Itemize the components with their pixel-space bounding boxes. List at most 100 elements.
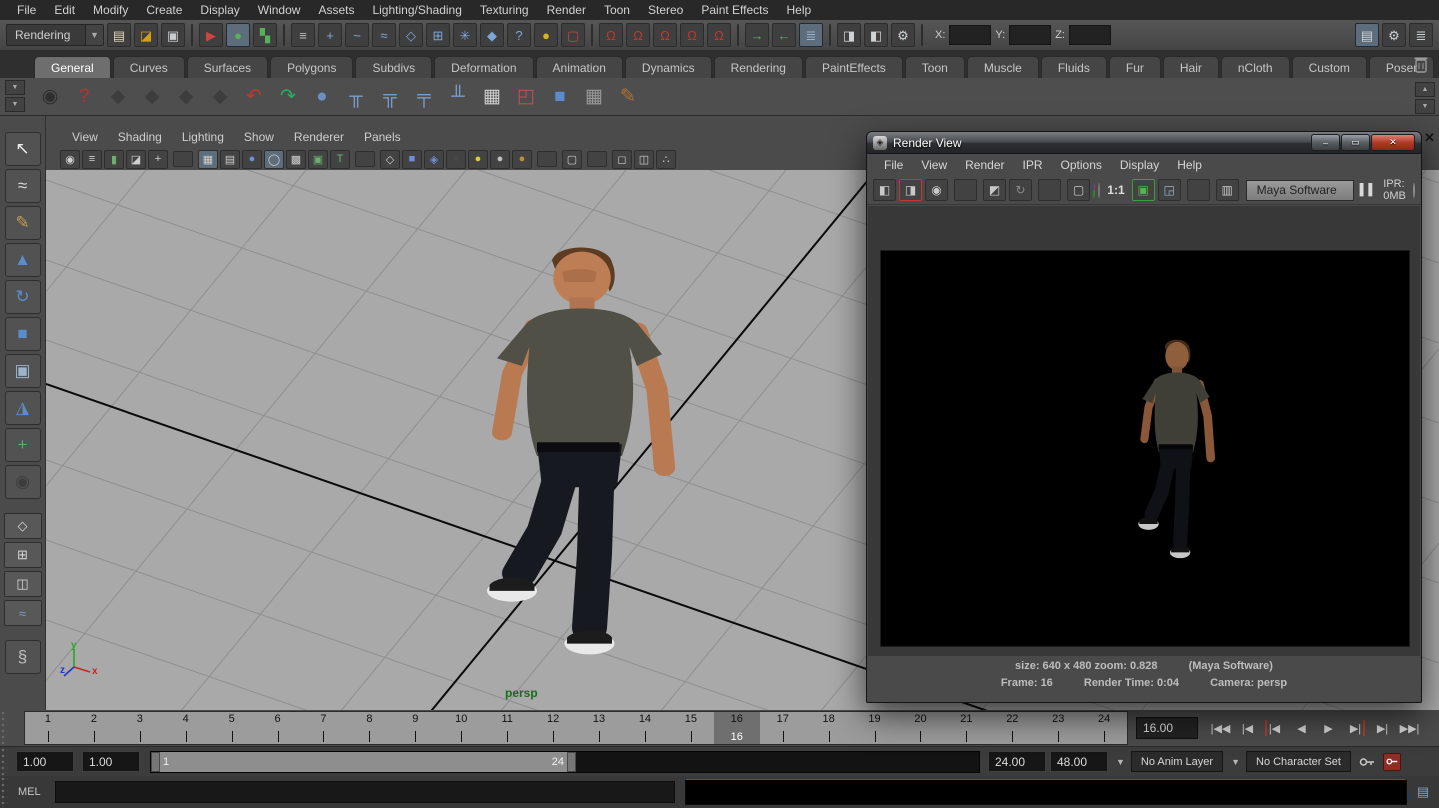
drag-handle[interactable]: [0, 747, 8, 776]
shelf-tab[interactable]: Fur: [1109, 56, 1161, 78]
window-title-bar[interactable]: ◈ Render View –▭✕: [867, 132, 1421, 154]
maximize-button[interactable]: ▭: [1341, 134, 1370, 151]
character-set-selector[interactable]: No Character Set: [1246, 751, 1351, 772]
plugin-shapes-icon[interactable]: ∴: [656, 150, 676, 169]
pan-camera-icon[interactable]: ◆: [136, 81, 168, 113]
render-canvas[interactable]: [868, 206, 1420, 656]
layout-outliner-pane[interactable]: ◫: [4, 571, 42, 597]
shelf-options-icon[interactable]: ▼: [5, 97, 25, 112]
help-line-icon[interactable]: ?: [507, 23, 531, 47]
menu-set-selector[interactable]: Rendering ▼: [6, 24, 104, 46]
render-view-menu-item[interactable]: IPR: [1014, 158, 1052, 172]
layout-single-pane[interactable]: ◇: [4, 513, 42, 539]
film-gate-icon[interactable]: ▤: [220, 150, 240, 169]
shading-network-icon[interactable]: ╦: [374, 81, 406, 113]
timeline-frame[interactable]: 2: [71, 712, 117, 744]
menu-item[interactable]: Help: [778, 0, 821, 20]
select-camera-icon[interactable]: ◉: [60, 150, 80, 169]
menu-item[interactable]: Edit: [45, 0, 84, 20]
safe-title-icon[interactable]: T: [330, 150, 350, 169]
menu-item[interactable]: Display: [191, 0, 248, 20]
roll-camera-icon[interactable]: ◆: [204, 81, 236, 113]
frame-strip[interactable]: 1 2 3 4 5 6: [24, 711, 1128, 745]
timeline-frame[interactable]: 7: [301, 712, 347, 744]
scroll-up-icon[interactable]: ▲: [1415, 82, 1435, 97]
play-backwards-button[interactable]: ◀: [1289, 716, 1314, 740]
timeline-frame[interactable]: 21: [943, 712, 989, 744]
toolbar-icon[interactable]: [591, 24, 593, 46]
default-lighting-icon[interactable]: ●: [468, 150, 488, 169]
snap-curve-icon[interactable]: ~: [345, 23, 369, 47]
tool-settings-toggle[interactable]: ⚙: [1382, 23, 1406, 47]
delete-shelf-item-icon[interactable]: [1413, 55, 1431, 75]
go-to-end-button[interactable]: ▶▶|: [1397, 716, 1422, 740]
panel-menu-item[interactable]: Lighting: [172, 130, 234, 144]
step-back-key-button[interactable]: |◀: [1262, 716, 1287, 740]
delete-unused-nodes-icon[interactable]: ●: [306, 81, 338, 113]
shaded-cube-icon[interactable]: ■: [544, 81, 576, 113]
cube-map-icon[interactable]: ▦: [578, 81, 610, 113]
shelf-tab[interactable]: Custom: [1292, 56, 1367, 78]
snap-center-icon[interactable]: ◆: [480, 23, 504, 47]
menu-item[interactable]: Stereo: [639, 0, 692, 20]
alpha-channel-icon[interactable]: [1098, 183, 1100, 198]
render-view-menu-item[interactable]: Render: [956, 158, 1013, 172]
shelf-tab[interactable]: Dynamics: [625, 56, 712, 78]
texture-node-icon[interactable]: ╤: [408, 81, 440, 113]
snap-curve-magnet-icon[interactable]: Ω: [626, 23, 650, 47]
panel-icon[interactable]: [355, 151, 375, 167]
menu-item[interactable]: Lighting/Shading: [363, 0, 470, 20]
x-input[interactable]: [949, 25, 991, 45]
panel-menu-item[interactable]: Show: [234, 130, 284, 144]
select-object-icon[interactable]: ●: [226, 23, 250, 47]
render-current-frame-icon[interactable]: ◨: [837, 23, 861, 47]
range-end-handle[interactable]: [567, 752, 576, 772]
timeline-frame[interactable]: 5: [209, 712, 255, 744]
toolbar-icon[interactable]: [921, 24, 923, 46]
render-current-frame-icon[interactable]: ◨: [899, 179, 922, 201]
shelf-tab[interactable]: Deformation: [434, 56, 533, 78]
soft-modification-tool[interactable]: ◮: [5, 391, 41, 425]
shelf-tab[interactable]: Muscle: [967, 56, 1039, 78]
shaded-icon[interactable]: ■: [402, 150, 422, 169]
save-scene-icon[interactable]: ▣: [161, 23, 185, 47]
timeline-frame[interactable]: 8: [346, 712, 392, 744]
rgb-channels-icon[interactable]: [1093, 183, 1095, 198]
scroll-down-icon[interactable]: ▼: [1415, 99, 1435, 114]
toolbar-icon[interactable]: [283, 24, 285, 46]
menu-item[interactable]: Modify: [84, 0, 137, 20]
highlight-selection-icon[interactable]: ▢: [561, 23, 585, 47]
render-settings-icon[interactable]: ⚙: [891, 23, 915, 47]
new-scene-icon[interactable]: ▤: [107, 23, 131, 47]
visor-filter-icon[interactable]: ≡: [291, 23, 315, 47]
set-key-icon[interactable]: [1357, 752, 1377, 772]
shelf-tab[interactable]: PaintEffects: [805, 56, 903, 78]
shelf-tab[interactable]: Subdivs: [355, 56, 432, 78]
pause-ipr-icon[interactable]: ▌▌: [1357, 184, 1381, 196]
bookmark-icon[interactable]: ▮: [104, 150, 124, 169]
render-view-menu-item[interactable]: Options: [1052, 158, 1111, 172]
chevron-down-icon[interactable]: ▼: [1231, 757, 1240, 767]
timeline-frame[interactable]: 1: [25, 712, 71, 744]
timeline-frame[interactable]: 3: [117, 712, 163, 744]
shelf-tab[interactable]: Toon: [905, 56, 965, 78]
panel-menu-item[interactable]: View: [62, 130, 108, 144]
menu-item[interactable]: Paint Effects: [692, 0, 777, 20]
transfer-maps-icon[interactable]: ◰: [510, 81, 542, 113]
scale-tool[interactable]: ■: [5, 317, 41, 351]
textured-icon[interactable]: ◈: [424, 150, 444, 169]
show-manipulator-tool[interactable]: +: [5, 428, 41, 462]
timeline-frame[interactable]: 17: [760, 712, 806, 744]
move-tool[interactable]: ▲: [5, 243, 41, 277]
timeline-frame[interactable]: 6: [255, 712, 301, 744]
xray-icon[interactable]: ◻: [612, 150, 632, 169]
panel-menu-item[interactable]: Panels: [354, 130, 411, 144]
turntable-camera-icon[interactable]: ◆: [102, 81, 134, 113]
step-forward-frame-button[interactable]: ▶|: [1370, 716, 1395, 740]
step-back-frame-button[interactable]: |◀: [1235, 716, 1260, 740]
select-tool[interactable]: ↖: [5, 132, 41, 166]
timeline-frame[interactable]: 24: [1081, 712, 1127, 744]
channel-box-toggle[interactable]: ≣: [1409, 23, 1433, 47]
open-render-settings-icon[interactable]: ▥: [1216, 179, 1239, 201]
timeline-frame[interactable]: 13: [576, 712, 622, 744]
